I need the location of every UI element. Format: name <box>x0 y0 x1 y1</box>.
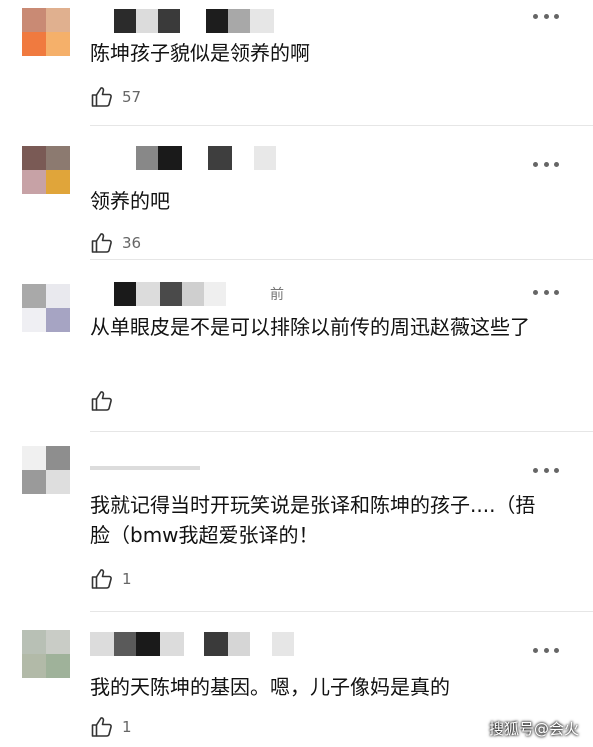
more-dots-icon[interactable] <box>533 12 559 20</box>
comment-text: 陈坤孩子貌似是领养的啊 <box>90 41 310 65</box>
thumbs-up-icon <box>91 717 112 737</box>
more-dots-icon[interactable] <box>533 160 559 168</box>
comment-3: 前 从单眼皮是不是可以排除以前传的周迅赵薇这些了 <box>0 260 593 432</box>
thumbs-up-icon <box>91 569 112 589</box>
comment-4: 我就记得当时开玩笑说是张译和陈坤的孩子....（捂脸（bmw我超爱张译的！ 1 <box>0 432 593 612</box>
like-count: 1 <box>122 570 132 588</box>
like-button[interactable]: 36 <box>90 230 141 256</box>
like-button[interactable] <box>90 388 122 414</box>
thumbs-up-icon <box>91 87 112 107</box>
avatar[interactable] <box>22 446 70 494</box>
thumbs-up-icon <box>91 233 112 253</box>
avatar[interactable] <box>22 8 70 56</box>
like-button[interactable]: 57 <box>90 84 141 110</box>
avatar[interactable] <box>22 146 70 194</box>
username-obscured[interactable] <box>90 9 274 33</box>
username-obscured[interactable] <box>90 146 276 170</box>
comment-text: 我的天陈坤的基因。嗯，儿子像妈是真的 <box>90 675 450 699</box>
like-button[interactable]: 1 <box>90 566 132 592</box>
more-dots-icon[interactable] <box>533 288 559 296</box>
more-dots-icon[interactable] <box>533 466 559 474</box>
username-obscured[interactable] <box>90 282 244 306</box>
thumbs-up-icon <box>91 391 112 411</box>
timestamp: 前 <box>270 287 284 303</box>
comment-text: 我就记得当时开玩笑说是张译和陈坤的孩子....（捂脸（bmw我超爱张译的！ <box>90 493 536 547</box>
avatar[interactable] <box>22 284 70 332</box>
like-count: 57 <box>122 88 142 106</box>
comment-text: 从单眼皮是不是可以排除以前传的周迅赵薇这些了 <box>90 315 530 339</box>
like-button[interactable]: 1 <box>90 714 132 740</box>
comment-2: 领养的吧 36 <box>0 126 593 260</box>
username-obscured[interactable] <box>90 458 200 470</box>
comment-1: 陈坤孩子貌似是领养的啊 57 <box>0 0 593 126</box>
avatar[interactable] <box>22 630 70 678</box>
username-obscured[interactable] <box>90 632 294 656</box>
comment-text: 领养的吧 <box>90 189 170 213</box>
more-dots-icon[interactable] <box>533 646 559 654</box>
like-count: 36 <box>122 234 142 252</box>
like-count: 1 <box>122 718 132 736</box>
watermark: 搜狐号@会火 <box>488 720 579 738</box>
